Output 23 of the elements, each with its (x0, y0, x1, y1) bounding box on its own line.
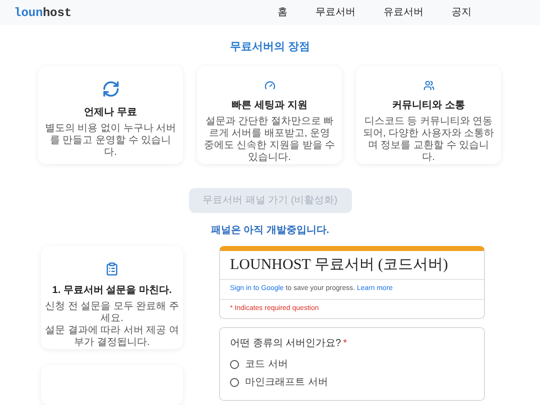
feature-text: 디스코드 등 커뮤니티와 연동되어, 다양한 사용자와 소통하며 정보를 교환할 수 있습니다. (362, 116, 495, 164)
nav-link[interactable]: 무료서버 (316, 5, 356, 20)
radio-button[interactable] (230, 360, 239, 369)
required-mark: * (343, 337, 348, 351)
question-text: 어떤 종류의 서버인가요? (230, 337, 342, 351)
panel-notice: 패널은 아직 개발중입니다. (210, 224, 330, 238)
nav-link[interactable]: 공지 (452, 5, 472, 20)
feature-title: 커뮤니티와 소통 (392, 98, 465, 112)
feature-text: 설문과 간단한 절차만으로 빠르게 서버를 배포받고, 운영 중에도 신속한 지원을 받을 수 있습니다. (203, 116, 336, 164)
radio-option[interactable]: 마인크래프트 서버 (230, 375, 474, 390)
nav-link[interactable]: 유료서버 (384, 5, 424, 20)
step-title: 1. 무료서버 설문을 마친다. (52, 284, 172, 298)
feature-title: 언제나 무료 (84, 106, 137, 120)
feature-title: 빠른 세팅과 지원 (232, 98, 308, 112)
radio-option[interactable]: 코드 서버 (230, 357, 474, 372)
radio-button[interactable] (230, 378, 239, 387)
refresh-icon (102, 80, 120, 98)
section-title: 무료서버의 장점 (228, 40, 312, 55)
form-title: LOUNHOST 무료서버 (코드서버) (220, 250, 484, 280)
nav-link[interactable]: 홈 (278, 5, 288, 20)
step-text: 신청 전 설문을 모두 완료해 주세요. 설문 결과에 따라 서버 제공 여부가 결정됩니다. (45, 300, 179, 348)
logo[interactable]: lounhost (14, 4, 72, 22)
feature-text: 별도의 비용 없이 누구나 서버를 만들고 운영할 수 있습니다. (44, 122, 177, 158)
